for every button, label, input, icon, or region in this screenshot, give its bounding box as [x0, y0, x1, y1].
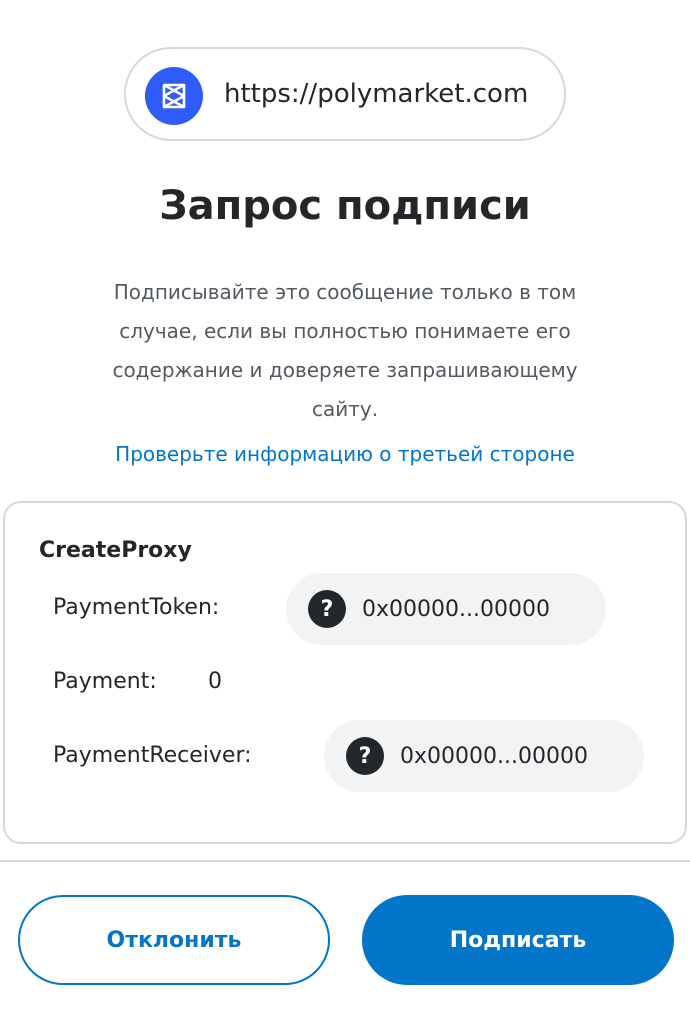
field-label-payment: Payment:: [53, 669, 157, 694]
payment-receiver-address: 0x00000...00000: [400, 743, 588, 769]
question-icon[interactable]: ?: [308, 590, 346, 628]
question-icon[interactable]: ?: [346, 737, 384, 775]
reject-button[interactable]: Отклонить: [18, 895, 330, 985]
divider: [0, 860, 690, 862]
origin-url: https://polymarket.com: [224, 79, 529, 109]
payment-value: 0: [208, 669, 222, 694]
message-box[interactable]: CreateProxy PaymentToken: ? 0x00000...00…: [3, 501, 687, 844]
field-label-payment-token: PaymentToken:: [53, 595, 220, 620]
field-label-payment-receiver: PaymentReceiver:: [53, 743, 252, 768]
third-party-details-link[interactable]: Проверьте информацию о третьей стороне: [0, 436, 690, 472]
origin-pill: https://polymarket.com: [124, 47, 566, 141]
payment-token-address-pill[interactable]: ? 0x00000...00000: [286, 573, 606, 645]
sign-button[interactable]: Подписать: [362, 895, 674, 985]
message-type-label: CreateProxy: [39, 538, 192, 563]
polymarket-logo-icon: [145, 67, 203, 125]
description-text: Подписывайте это сообщение только в том …: [112, 280, 578, 421]
payment-receiver-address-pill[interactable]: ? 0x00000...00000: [324, 720, 644, 792]
page-title: Запрос подписи: [159, 183, 531, 229]
payment-token-address: 0x00000...00000: [362, 596, 550, 622]
